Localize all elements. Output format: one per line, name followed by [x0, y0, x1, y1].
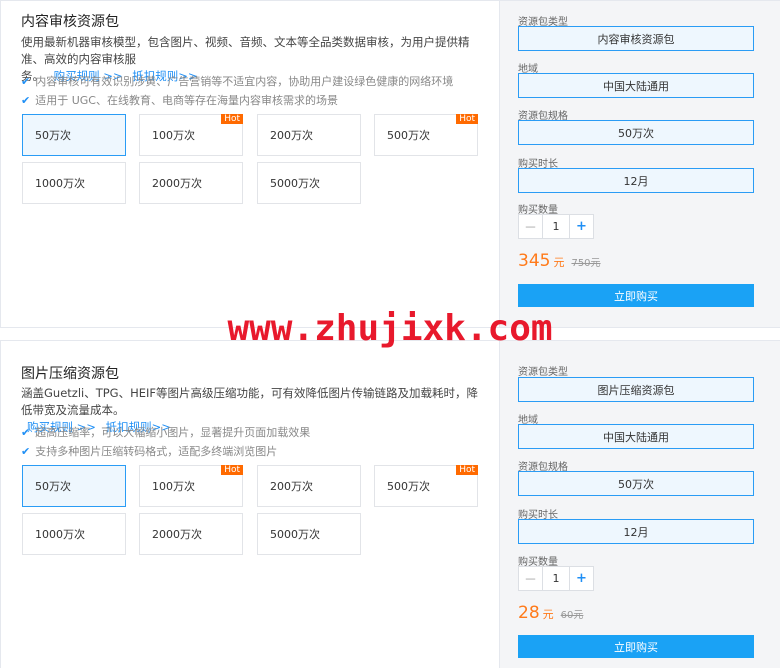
option-100w[interactable]: 100万次 Hot	[139, 465, 243, 507]
option-label: 50万次	[35, 129, 71, 142]
check-icon: ✔	[21, 425, 31, 439]
package-card-image-compression: 图片压缩资源包 涵盖Guetzli、TPG、HEIF等图片高级压缩功能，可有效降…	[0, 340, 780, 668]
option-label: 2000万次	[152, 177, 202, 190]
feature-text: 支持多种图片压缩转码格式，适配多终端浏览图片	[35, 445, 278, 458]
feature-text: 内容审核可有效识别涉黄、广告营销等不适宜内容，协助用户建设绿色健康的网络环境	[35, 75, 454, 88]
price-unit: 元	[553, 256, 565, 269]
price-value: 28	[518, 603, 540, 623]
purchase-panel: 资源包类型 内容审核资源包 地域 中国大陆通用 资源包规格 50万次 购买时长 …	[499, 1, 780, 327]
duration-select[interactable]: 12月	[518, 168, 754, 193]
option-2000w[interactable]: 2000万次	[139, 513, 243, 555]
option-200w[interactable]: 200万次	[257, 114, 361, 156]
increment-button[interactable]: +	[569, 215, 593, 238]
option-label: 1000万次	[35, 528, 85, 541]
decrement-button[interactable]: －	[519, 215, 543, 238]
option-50w[interactable]: 50万次	[22, 114, 126, 156]
option-label: 5000万次	[270, 177, 320, 190]
option-100w[interactable]: 100万次 Hot	[139, 114, 243, 156]
option-500w[interactable]: 500万次 Hot	[374, 465, 478, 507]
hot-badge: Hot	[456, 465, 478, 475]
buy-now-button[interactable]: 立即购买	[518, 284, 754, 307]
package-title: 图片压缩资源包	[21, 366, 119, 382]
option-label: 50万次	[35, 480, 71, 493]
option-1000w[interactable]: 1000万次	[22, 162, 126, 204]
feature-item: ✔ 超高压缩率，可以大幅缩小图片，显著提升页面加载效果	[21, 424, 310, 440]
decrement-button[interactable]: －	[519, 567, 543, 590]
original-price: 750元	[571, 258, 601, 269]
duration-select[interactable]: 12月	[518, 519, 754, 544]
purchase-panel: 资源包类型 图片压缩资源包 地域 中国大陆通用 资源包规格 50万次 购买时长 …	[499, 341, 780, 668]
option-5000w[interactable]: 5000万次	[257, 162, 361, 204]
check-icon: ✔	[21, 444, 31, 458]
option-label: 200万次	[270, 480, 313, 493]
feature-item: ✔ 支持多种图片压缩转码格式，适配多终端浏览图片	[21, 443, 277, 459]
quantity-stepper: － 1 +	[518, 214, 594, 239]
type-label: 资源包类型	[518, 367, 568, 378]
hot-badge: Hot	[221, 114, 243, 124]
price-unit: 元	[542, 608, 554, 621]
region-select[interactable]: 中国大陆通用	[518, 424, 754, 449]
package-card-content-moderation: 内容审核资源包 使用最新机器审核模型，包含图片、视频、音频、文本等全品类数据审核…	[0, 0, 780, 328]
buy-now-button[interactable]: 立即购买	[518, 635, 754, 658]
description-text: 使用最新机器审核模型，包含图片、视频、音频、文本等全品类数据审核，为用户提供精准…	[21, 35, 470, 66]
price-block: 345 元 750元	[518, 251, 601, 271]
hot-badge: Hot	[456, 114, 478, 124]
package-info: 图片压缩资源包 涵盖Guetzli、TPG、HEIF等图片高级压缩功能，可有效降…	[1, 341, 497, 668]
feature-item: ✔ 内容审核可有效识别涉黄、广告营销等不适宜内容，协助用户建设绿色健康的网络环境	[21, 73, 453, 89]
option-2000w[interactable]: 2000万次	[139, 162, 243, 204]
price-value: 345	[518, 251, 551, 271]
feature-item: ✔ 适用于 UGC、在线教育、电商等存在海量内容审核需求的场景	[21, 92, 338, 108]
option-50w[interactable]: 50万次	[22, 465, 126, 507]
feature-text: 超高压缩率，可以大幅缩小图片，显著提升页面加载效果	[35, 426, 311, 439]
package-title: 内容审核资源包	[21, 14, 119, 30]
option-label: 100万次	[152, 129, 195, 142]
quantity-value[interactable]: 1	[543, 215, 569, 238]
quantity-stepper: － 1 +	[518, 566, 594, 591]
option-label: 500万次	[387, 480, 430, 493]
hot-badge: Hot	[221, 465, 243, 475]
quantity-value[interactable]: 1	[543, 567, 569, 590]
option-5000w[interactable]: 5000万次	[257, 513, 361, 555]
option-label: 500万次	[387, 129, 430, 142]
check-icon: ✔	[21, 74, 31, 88]
spec-select[interactable]: 50万次	[518, 120, 754, 145]
option-label: 200万次	[270, 129, 313, 142]
type-select[interactable]: 图片压缩资源包	[518, 377, 754, 402]
option-label: 2000万次	[152, 528, 202, 541]
option-1000w[interactable]: 1000万次	[22, 513, 126, 555]
description-text: 涵盖Guetzli、TPG、HEIF等图片高级压缩功能，可有效降低图片传输链路及…	[21, 386, 478, 417]
feature-text: 适用于 UGC、在线教育、电商等存在海量内容审核需求的场景	[35, 94, 338, 107]
option-label: 5000万次	[270, 528, 320, 541]
option-500w[interactable]: 500万次 Hot	[374, 114, 478, 156]
increment-button[interactable]: +	[569, 567, 593, 590]
spec-select[interactable]: 50万次	[518, 471, 754, 496]
option-label: 1000万次	[35, 177, 85, 190]
check-icon: ✔	[21, 93, 31, 107]
option-200w[interactable]: 200万次	[257, 465, 361, 507]
region-select[interactable]: 中国大陆通用	[518, 73, 754, 98]
original-price: 60元	[560, 610, 584, 621]
package-info: 内容审核资源包 使用最新机器审核模型，包含图片、视频、音频、文本等全品类数据审核…	[1, 1, 497, 327]
option-label: 100万次	[152, 480, 195, 493]
type-select[interactable]: 内容审核资源包	[518, 26, 754, 51]
price-block: 28 元 60元	[518, 603, 583, 623]
